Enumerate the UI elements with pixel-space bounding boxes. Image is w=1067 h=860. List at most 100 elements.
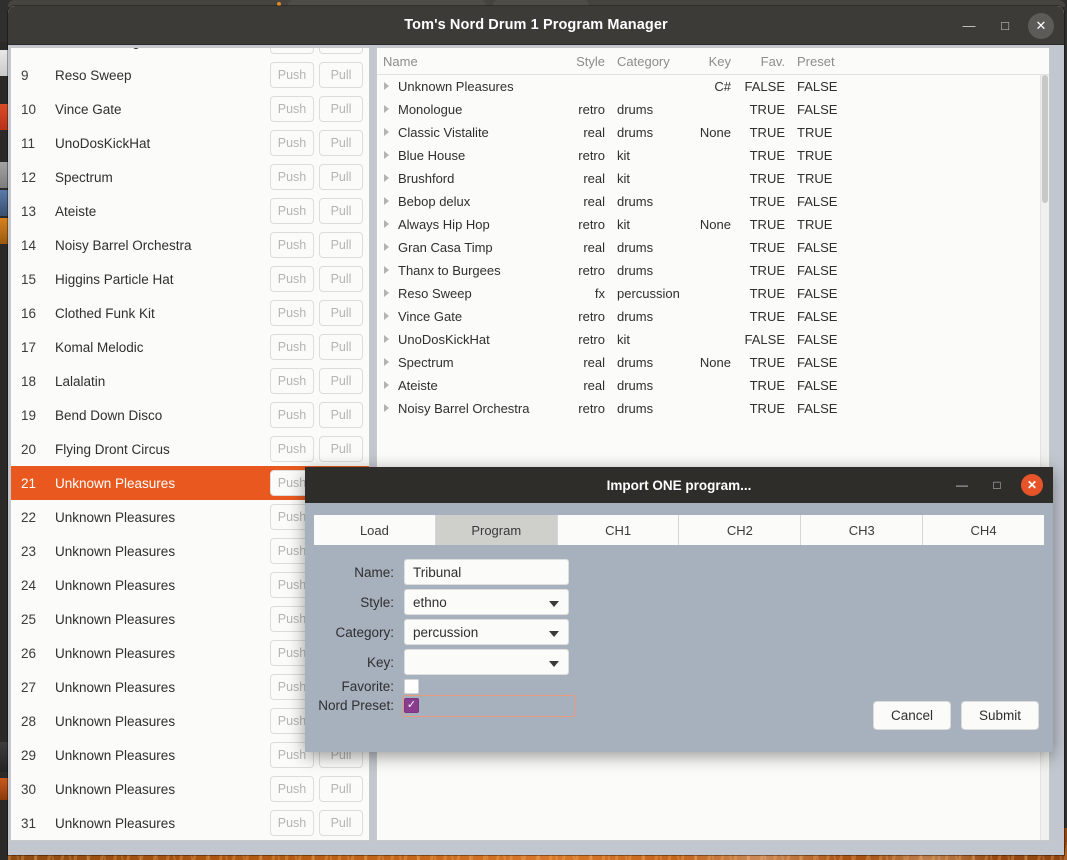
pull-button[interactable]: Pull <box>319 436 363 462</box>
library-table-row[interactable]: Thanx to Burgees retro drums TRUE FALSE <box>377 259 1049 282</box>
library-table-row[interactable]: Vince Gate retro drums TRUE FALSE <box>377 305 1049 328</box>
dialog-titlebar[interactable]: Import ONE program... — □ ✕ <box>305 467 1053 503</box>
program-slot-row[interactable]: 13 Ateiste Push Pull <box>11 194 369 228</box>
library-table-row[interactable]: Noisy Barrel Orchestra retro drums TRUE FALS… <box>377 397 1049 420</box>
program-slot-row[interactable]: 16 Clothed Funk Kit Push Pull <box>11 296 369 330</box>
push-button[interactable]: Push <box>270 96 314 122</box>
column-header-name[interactable]: Name <box>383 54 557 69</box>
dialog-close-icon[interactable]: ✕ <box>1021 474 1043 496</box>
program-slot-row[interactable]: 31 Unknown Pleasures Push Pull <box>11 806 369 840</box>
maximize-icon[interactable]: □ <box>992 13 1018 39</box>
cancel-button[interactable]: Cancel <box>873 701 951 730</box>
pull-button[interactable]: Pull <box>319 402 363 428</box>
dialog-tab-ch3[interactable]: CH3 <box>801 515 924 545</box>
chevron-right-icon[interactable] <box>383 335 392 344</box>
program-slot-row[interactable]: 18 Lalalatin Push Pull <box>11 364 369 398</box>
chevron-right-icon[interactable] <box>383 312 392 321</box>
pull-button[interactable]: Pull <box>319 232 363 258</box>
library-table-row[interactable]: Classic Vistalite real drums None TRUE TRUE <box>377 121 1049 144</box>
library-table-row[interactable]: Unknown Pleasures C# FALSE FALSE <box>377 75 1049 98</box>
library-table-row[interactable]: Blue House retro kit TRUE TRUE <box>377 144 1049 167</box>
submit-button[interactable]: Submit <box>961 701 1039 730</box>
dialog-maximize-icon[interactable]: □ <box>986 474 1008 496</box>
push-button[interactable]: Push <box>270 62 314 88</box>
chevron-right-icon[interactable] <box>383 358 392 367</box>
push-button[interactable]: Push <box>270 810 314 836</box>
chevron-right-icon[interactable] <box>383 404 392 413</box>
library-table-row[interactable]: Always Hip Hop retro kit None TRUE TRUE <box>377 213 1049 236</box>
pull-button[interactable]: Pull <box>319 62 363 88</box>
program-slot-row[interactable]: 30 Unknown Pleasures Push Pull <box>11 772 369 806</box>
dialog-tab-ch2[interactable]: CH2 <box>679 515 802 545</box>
program-slot-row[interactable]: 12 Spectrum Push Pull <box>11 160 369 194</box>
pull-button[interactable]: Pull <box>319 776 363 802</box>
chevron-right-icon[interactable] <box>383 289 392 298</box>
pull-button[interactable]: Pull <box>319 164 363 190</box>
push-button[interactable]: Push <box>270 232 314 258</box>
push-button[interactable]: Push <box>270 164 314 190</box>
chevron-right-icon[interactable] <box>383 220 392 229</box>
dock-showapps-icon[interactable] <box>0 778 8 800</box>
push-button[interactable]: Push <box>270 368 314 394</box>
dialog-tab-load[interactable]: Load <box>314 515 436 545</box>
program-slot-row[interactable]: 9 Reso Sweep Push Pull <box>11 58 369 92</box>
library-table-row[interactable]: Ateiste real drums TRUE FALSE <box>377 374 1049 397</box>
push-button[interactable]: Push <box>270 300 314 326</box>
push-button[interactable]: Push <box>270 48 314 54</box>
dock-app-icon[interactable] <box>0 218 8 244</box>
program-slot-row[interactable]: 10 Vince Gate Push Pull <box>11 92 369 126</box>
nordpreset-checkbox[interactable]: ✓ <box>404 698 419 713</box>
column-header-key[interactable]: Key <box>685 54 731 69</box>
chevron-right-icon[interactable] <box>383 266 392 275</box>
program-slot-row[interactable]: 8Thanx to Burgees Push Pull <box>11 48 369 58</box>
chevron-right-icon[interactable] <box>383 174 392 183</box>
chevron-right-icon[interactable] <box>383 128 392 137</box>
program-slot-row[interactable]: 19 Bend Down Disco Push Pull <box>11 398 369 432</box>
library-table-row[interactable]: Gran Casa Timp real drums TRUE FALSE <box>377 236 1049 259</box>
pull-button[interactable]: Pull <box>319 334 363 360</box>
dock-software-icon[interactable] <box>0 162 8 188</box>
pull-button[interactable]: Pull <box>319 96 363 122</box>
pull-button[interactable]: Pull <box>319 368 363 394</box>
chevron-right-icon[interactable] <box>383 82 392 91</box>
program-slot-row[interactable]: 14 Noisy Barrel Orchestra Push Pull <box>11 228 369 262</box>
column-header-category[interactable]: Category <box>605 54 685 69</box>
push-button[interactable]: Push <box>270 266 314 292</box>
push-button[interactable]: Push <box>270 436 314 462</box>
dock-trash-icon[interactable] <box>0 742 8 772</box>
dialog-tab-program[interactable]: Program <box>435 515 558 545</box>
category-select[interactable]: percussion <box>404 619 569 645</box>
column-header-preset[interactable]: Preset <box>785 54 845 69</box>
pull-button[interactable]: Pull <box>319 130 363 156</box>
dialog-tab-ch4[interactable]: CH4 <box>923 515 1044 545</box>
minimize-icon[interactable]: — <box>956 13 982 39</box>
pull-button[interactable]: Pull <box>319 810 363 836</box>
pull-button[interactable]: Pull <box>319 198 363 224</box>
dock-firefox-icon[interactable] <box>0 104 8 130</box>
dialog-minimize-icon[interactable]: — <box>951 474 973 496</box>
pull-button[interactable]: Pull <box>319 300 363 326</box>
pull-button[interactable]: Pull <box>319 48 363 54</box>
library-table-row[interactable]: Brushford real kit TRUE TRUE <box>377 167 1049 190</box>
library-table-row[interactable]: UnoDosKickHat retro kit FALSE FALSE <box>377 328 1049 351</box>
favorite-checkbox[interactable] <box>404 679 419 694</box>
program-slot-row[interactable]: 15 Higgins Particle Hat Push Pull <box>11 262 369 296</box>
program-slot-row[interactable]: 17 Komal Melodic Push Pull <box>11 330 369 364</box>
push-button[interactable]: Push <box>270 776 314 802</box>
column-header-style[interactable]: Style <box>557 54 605 69</box>
chevron-right-icon[interactable] <box>383 151 392 160</box>
push-button[interactable]: Push <box>270 334 314 360</box>
ubuntu-dock[interactable] <box>0 42 8 860</box>
style-select[interactable]: ethno <box>404 589 569 615</box>
chevron-right-icon[interactable] <box>383 381 392 390</box>
library-table-row[interactable]: Bebop delux real drums TRUE FALSE <box>377 190 1049 213</box>
dock-files-icon[interactable] <box>0 50 8 76</box>
dialog-tab-ch1[interactable]: CH1 <box>557 515 680 545</box>
close-icon[interactable]: ✕ <box>1028 12 1054 39</box>
dock-terminal-icon[interactable] <box>0 190 8 216</box>
chevron-right-icon[interactable] <box>383 243 392 252</box>
library-table-row[interactable]: Monologue retro drums TRUE FALSE <box>377 98 1049 121</box>
program-slot-row[interactable]: 11 UnoDosKickHat Push Pull <box>11 126 369 160</box>
pull-button[interactable]: Pull <box>319 266 363 292</box>
main-titlebar[interactable]: Tom's Nord Drum 1 Program Manager — □ ✕ <box>8 6 1064 45</box>
